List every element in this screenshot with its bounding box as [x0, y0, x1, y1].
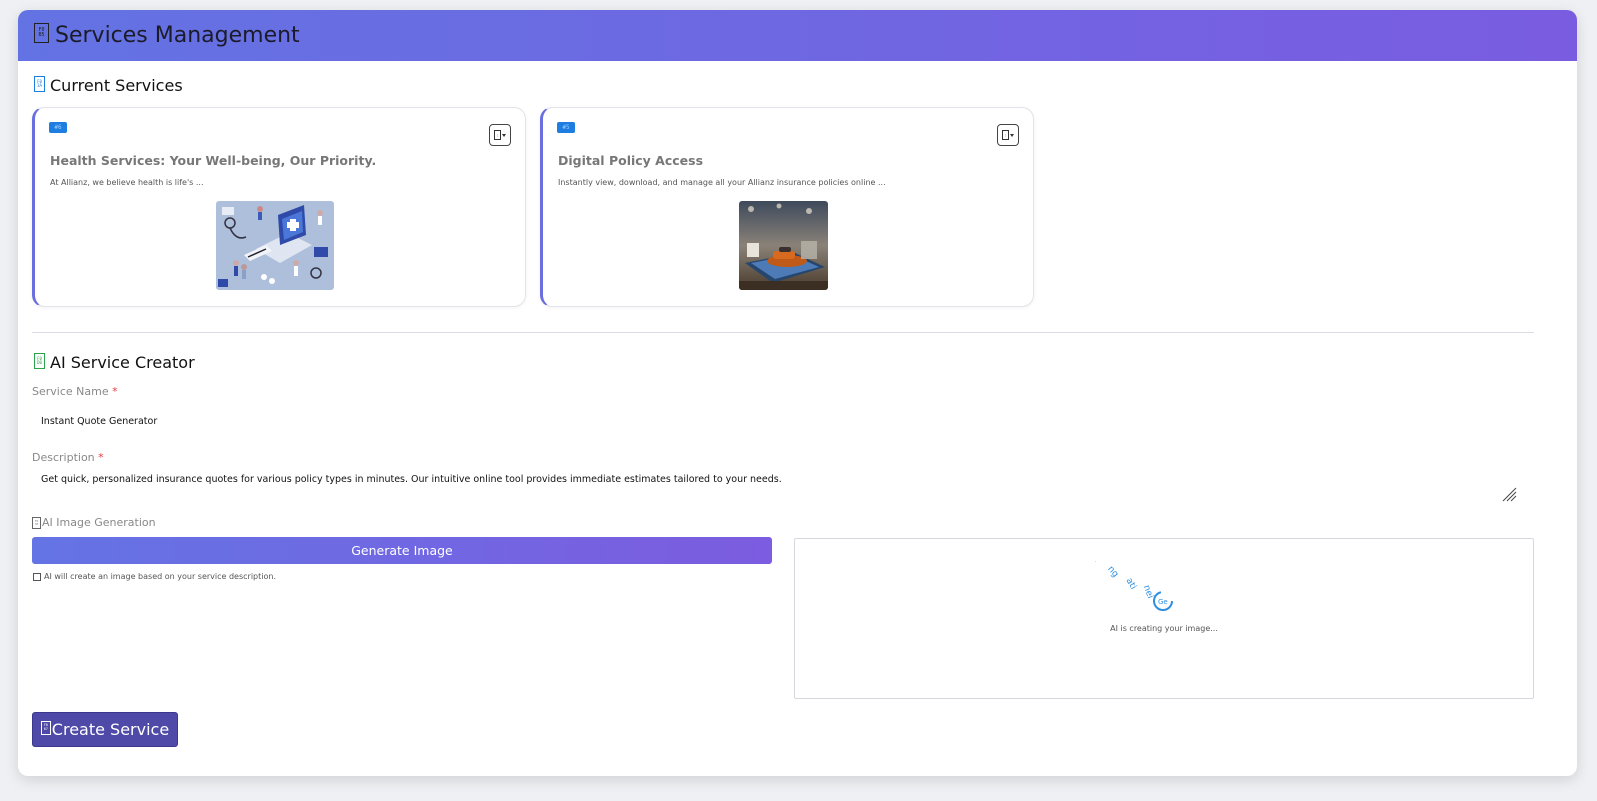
card-menu-button[interactable]: ⋮ — [997, 124, 1019, 146]
plus-icon: F0 67 — [40, 720, 51, 735]
current-services-title: Current Services — [50, 76, 183, 95]
page-header: F0 B5 Services Management — [18, 10, 1577, 61]
loading-spinner-icon: Ge — [1153, 591, 1173, 611]
car-on-tablet-photo — [739, 201, 828, 290]
card-menu-button[interactable]: ⋮ — [489, 124, 511, 146]
service-id-badge: #5 — [557, 122, 575, 133]
service-card-title: Health Services: Your Well-being, Our Pr… — [50, 153, 377, 168]
description-text: Get quick, personalized insurance quotes… — [41, 474, 782, 485]
service-card-6[interactable]: #6 ⋮ Health Services: Your Well-being, O… — [32, 107, 526, 307]
service-id-badge: #6 — [49, 122, 67, 133]
robot-icon: F0 D0 — [34, 352, 45, 369]
preview-status-text: AI is creating your image... — [1110, 624, 1218, 633]
image-preview-box: · ng ati nei Ge AI is creating your imag… — [794, 538, 1534, 699]
resize-handle-icon[interactable] — [1501, 486, 1517, 502]
service-card-description: At Allianz, we believe health is life's … — [50, 178, 204, 187]
service-name-label: Service Name * — [32, 385, 118, 398]
spinner-fragment-icon: ati — [1123, 576, 1138, 592]
create-service-button[interactable]: F0 67 Create Service — [32, 712, 178, 747]
page-title: Services Management — [55, 23, 300, 48]
ai-image-generation-label: F0 3E AI Image Generation — [32, 516, 156, 529]
caret-down-icon — [1010, 133, 1014, 137]
service-name-input[interactable]: Instant Quote Generator — [32, 411, 1534, 431]
create-service-label: Create Service — [51, 720, 170, 739]
info-checkbox-icon — [33, 572, 41, 581]
spinner-fragment-icon: ng — [1105, 564, 1121, 580]
spinner-fragment-icon: · — [1095, 559, 1097, 565]
health-illustration — [216, 201, 334, 290]
service-name-label-text: Service Name — [32, 385, 109, 398]
description-label-text: Description — [32, 451, 95, 464]
svg-text:Ge: Ge — [1158, 598, 1168, 606]
current-services-heading: F0 3A Current Services — [34, 75, 183, 95]
required-mark: * — [98, 451, 104, 464]
services-panel: F0 B5 Services Management F0 3A Current Se… — [18, 10, 1577, 776]
generate-image-button[interactable]: Generate Image — [32, 537, 772, 564]
description-textarea[interactable]: Get quick, personalized insurance quotes… — [32, 474, 1534, 502]
list-icon: F0 3A — [34, 75, 45, 92]
service-card-description: Instantly view, download, and manage all… — [558, 178, 886, 187]
dots-icon: ⋮ — [494, 130, 501, 140]
generation-hint: AI will create an image based on your se… — [33, 572, 276, 581]
ai-creator-title: AI Service Creator — [50, 353, 195, 372]
image-icon: F0 3E — [32, 516, 41, 529]
service-card-5[interactable]: #5 ⋮ Digital Policy Access Instantly vie… — [540, 107, 1034, 307]
ai-creator-heading: F0 D0 AI Service Creator — [34, 352, 195, 372]
generation-hint-text: AI will create an image based on your se… — [44, 572, 276, 581]
dots-icon: ⋮ — [1002, 130, 1009, 140]
service-card-title: Digital Policy Access — [558, 153, 704, 168]
services-icon: F0 B5 — [34, 22, 49, 43]
section-divider — [32, 332, 1534, 333]
caret-down-icon — [502, 133, 506, 137]
ai-image-generation-text: AI Image Generation — [42, 516, 156, 529]
description-label: Description * — [32, 451, 104, 464]
required-mark: * — [112, 385, 118, 398]
